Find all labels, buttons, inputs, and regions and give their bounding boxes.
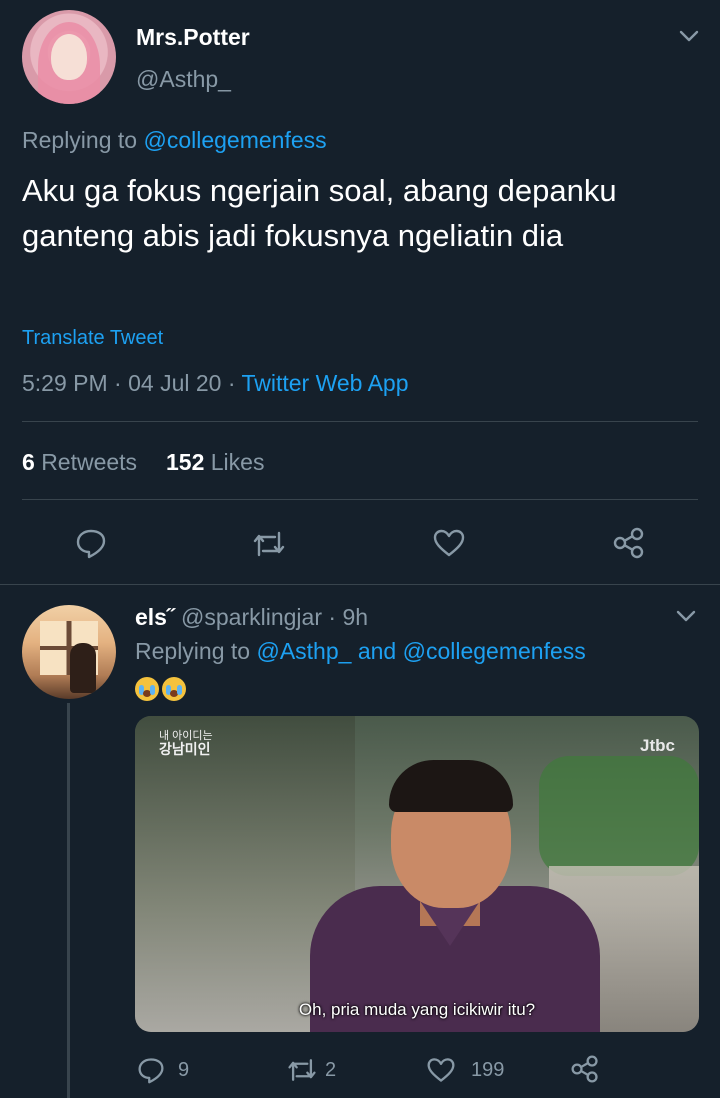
reply-mention-collegemenfess[interactable]: @collegemenfess xyxy=(403,638,586,664)
reply-handle[interactable]: @sparklingjar xyxy=(181,604,322,630)
divider xyxy=(22,499,698,500)
tweet-meta: 5:29 PM · 04 Jul 20 · Twitter Web App xyxy=(22,370,409,397)
reply-time: · 9h xyxy=(328,604,369,630)
reply-replying-to-line: Replying to @Asthp_ and @collegemenfess xyxy=(135,638,586,665)
show-title: 강남미인 xyxy=(159,741,211,757)
user-handle[interactable]: @Asthp_ xyxy=(136,66,231,93)
retweets-stat[interactable]: 6 Retweets xyxy=(22,449,137,476)
loudly-crying-face-icon xyxy=(135,677,159,701)
reply-icon[interactable] xyxy=(75,527,107,559)
like-count: 199 xyxy=(471,1059,505,1081)
reply-like-heart-icon[interactable] xyxy=(426,1056,456,1084)
avatar-mrs-potter[interactable] xyxy=(22,10,116,104)
reply-mention-asthp[interactable]: @Asthp_ xyxy=(256,638,351,664)
tweet-source-link[interactable]: Twitter Web App xyxy=(241,370,408,396)
retweets-count: 6 xyxy=(22,449,35,475)
reply-emoji-text xyxy=(135,677,189,701)
likes-count: 152 xyxy=(166,449,205,475)
section-divider xyxy=(0,584,720,585)
avatar-face xyxy=(51,34,87,80)
divider xyxy=(22,421,698,422)
likes-stat[interactable]: 152 Likes xyxy=(166,449,264,476)
like-heart-icon[interactable] xyxy=(432,528,466,558)
share-icon[interactable] xyxy=(612,526,646,560)
video-subtitle: Oh, pria muda yang icikiwir itu? xyxy=(298,1000,536,1019)
reply-mention-and: and xyxy=(357,638,397,664)
reply-count: 9 xyxy=(178,1059,190,1081)
video-person-hair xyxy=(389,760,513,812)
reply-share-icon[interactable] xyxy=(570,1054,600,1084)
video-media[interactable]: 내 아이디는 강남미인 Jtbc Oh, pria muda yang icik… xyxy=(135,716,699,1032)
channel-logo: Jtbc xyxy=(640,736,675,755)
avatar-person xyxy=(70,643,96,693)
replying-to-line: Replying to @collegemenfess xyxy=(22,127,327,154)
reply-display-name[interactable]: els˝ xyxy=(135,604,175,630)
tweet-text: Aku ga fokus ngerjain soal, abang depank… xyxy=(22,173,617,253)
likes-label: Likes xyxy=(210,449,265,475)
avatar-els[interactable] xyxy=(22,605,116,699)
loudly-crying-face-icon xyxy=(162,677,186,701)
reply-header: els˝ @sparklingjar · 9h xyxy=(135,604,368,631)
chevron-down-icon[interactable] xyxy=(678,28,700,44)
retweets-label: Retweets xyxy=(41,449,138,475)
translate-tweet-link[interactable]: Translate Tweet xyxy=(22,327,163,350)
tweet-timestamp: 5:29 PM · 04 Jul 20 · xyxy=(22,370,242,396)
show-title-logo: 내 아이디는 강남미인 xyxy=(159,730,213,756)
retweet-count: 2 xyxy=(325,1059,337,1081)
reply-reply-icon[interactable] xyxy=(137,1056,165,1084)
display-name[interactable]: Mrs.Potter xyxy=(136,24,250,51)
replying-to-prefix: Replying to xyxy=(22,127,138,153)
replying-to-link[interactable]: @collegemenfess xyxy=(143,127,326,153)
retweet-icon[interactable] xyxy=(251,529,287,559)
reply-replying-prefix: Replying to xyxy=(135,638,251,664)
video-background-foliage xyxy=(539,756,699,876)
reply-chevron-down-icon[interactable] xyxy=(675,608,697,624)
thread-line xyxy=(67,703,70,1098)
reply-retweet-icon[interactable] xyxy=(286,1056,318,1084)
